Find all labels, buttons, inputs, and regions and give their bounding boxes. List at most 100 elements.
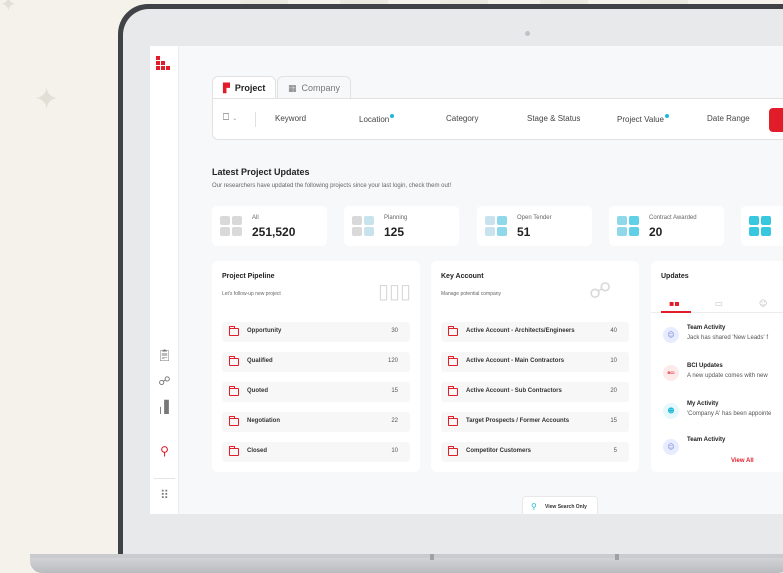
project-pipeline-panel: Project Pipeline Let's follow-up new pro… — [212, 261, 420, 472]
grid-tab-icon[interactable]: ▪▪ — [669, 299, 680, 308]
view-search-only-label: View Search Only — [545, 504, 587, 510]
active-filter-dot — [665, 114, 669, 118]
panel-title: Updates — [661, 273, 689, 280]
panel-subtitle: Manage potential company — [441, 291, 502, 297]
list-item[interactable]: Negotiation 22 — [222, 412, 410, 432]
update-title: Team Activity — [687, 325, 726, 331]
bar-chart-icon[interactable]: ╷▌ — [157, 400, 173, 415]
bookmark-dropdown[interactable]: ⎕ ⌄ — [223, 112, 237, 123]
laptop-base-lip — [30, 554, 783, 558]
update-item[interactable]: ☺ Team Activity — [661, 435, 783, 467]
filter-date-range[interactable]: Date Range — [707, 114, 750, 123]
list-item[interactable]: Quoted 15 — [222, 382, 410, 402]
stat-value: 20 — [649, 225, 663, 239]
row-value: 30 — [391, 328, 398, 334]
update-description: 'Company A' has been appointe — [687, 411, 772, 417]
chevron-down-icon: ⌄ — [232, 115, 238, 122]
list-item[interactable]: Closed 10 — [222, 442, 410, 462]
background-sparkle-icon: ✦ — [34, 82, 60, 117]
bci-icon: BCI — [663, 365, 679, 381]
update-description: A new update comes with new — [687, 373, 768, 379]
bar-chart-decoration-icon: ▯▯▯ — [378, 279, 412, 303]
stat-label: All — [252, 215, 259, 221]
app-screen: 📋︎ ☍ ╷▌ ⚲ ⠿ ▛ Project ▦ Company ⎕ ⌄ Keywor… — [150, 46, 783, 514]
list-item[interactable]: Active Account - Main Contractors 10 — [441, 352, 629, 372]
search-icon: ⚲ — [531, 502, 537, 511]
list-item[interactable]: Opportunity 30 — [222, 322, 410, 342]
list-item[interactable]: Active Account - Sub Contractors 20 — [441, 382, 629, 402]
tab-company-label: Company — [301, 83, 341, 93]
stat-card-planning[interactable]: Planning 125 — [344, 206, 459, 246]
stat-value: 125 — [384, 225, 405, 239]
row-label: Active Account - Main Contractors — [466, 358, 565, 364]
apps-grid-icon[interactable]: ⠿ — [157, 488, 172, 503]
row-label: Active Account - Architects/Engineers — [466, 328, 575, 334]
folder-icon — [229, 356, 239, 366]
row-value: 15 — [391, 388, 398, 394]
laptop-hinge — [615, 554, 619, 560]
folder-icon — [448, 416, 458, 426]
stat-card-more[interactable] — [741, 206, 783, 246]
clipboard-icon[interactable]: 📋︎ — [157, 348, 172, 363]
stat-label: Planning — [384, 215, 408, 221]
search-button[interactable] — [769, 108, 783, 132]
key-account-panel: Key Account Manage potential company ☍ A… — [431, 261, 639, 472]
row-value: 5 — [613, 448, 617, 454]
stat-card-contract-awarded[interactable]: Contract Awarded 20 — [609, 206, 724, 246]
updates-panel: Updates ▪▪ ▭ ☺ ☺ Team Activity Jack has … — [651, 261, 783, 472]
row-label: Qualified — [247, 358, 273, 364]
stat-icon — [352, 216, 374, 236]
folder-icon — [448, 446, 458, 456]
filter-location[interactable]: Location — [359, 114, 395, 124]
folder-icon — [448, 386, 458, 396]
tab-project[interactable]: ▛ Project — [212, 76, 277, 98]
filter-project-value[interactable]: Project Value — [617, 114, 669, 124]
search-icon[interactable]: ⚲ — [157, 444, 172, 459]
filter-keyword[interactable]: Keyword — [275, 114, 306, 123]
panel-title: Key Account — [441, 273, 484, 280]
list-item[interactable]: Competitor Customers 5 — [441, 442, 629, 462]
update-item[interactable]: ☻ My Activity 'Company A' has been appoi… — [661, 399, 783, 431]
row-label: Target Prospects / Former Accounts — [466, 418, 570, 424]
background-sparkle-icon: ✦ — [0, 0, 17, 16]
network-icon[interactable]: ☍ — [157, 374, 172, 389]
stat-card-open-tender[interactable]: Open Tender 51 — [477, 206, 592, 246]
sidebar: 📋︎ ☍ ╷▌ ⚲ ⠿ — [150, 46, 179, 514]
bookmark-icon: ⎕ — [223, 112, 229, 123]
stat-icon — [220, 216, 242, 236]
folder-icon — [448, 326, 458, 336]
view-search-only-button[interactable]: ⚲ View Search Only — [522, 496, 598, 514]
list-item[interactable]: Active Account - Architects/Engineers 40 — [441, 322, 629, 342]
folder-icon — [448, 356, 458, 366]
updates-tabs: ▪▪ ▭ ☺ — [651, 293, 783, 313]
row-value: 15 — [610, 418, 617, 424]
view-all-link[interactable]: View All — [731, 458, 754, 464]
section-subtitle: Our researchers have updated the followi… — [212, 183, 452, 189]
active-filter-dot — [390, 114, 395, 118]
folder-icon — [229, 386, 239, 396]
filter-category[interactable]: Category — [446, 114, 478, 123]
stat-card-all[interactable]: All 251,520 — [212, 206, 327, 246]
update-description: Jack has shared 'New Leads' f — [687, 335, 768, 341]
row-label: Closed — [247, 448, 268, 454]
list-item[interactable]: Target Prospects / Former Accounts 15 — [441, 412, 629, 432]
list-item[interactable]: Qualified 120 — [222, 352, 410, 372]
team-tab-icon[interactable]: ☺ — [759, 299, 767, 308]
filter-location-label: Location — [359, 115, 390, 124]
tab-project-label: Project — [234, 83, 266, 93]
stat-label: Open Tender — [517, 215, 552, 221]
filter-stage-status[interactable]: Stage & Status — [527, 114, 580, 123]
folder-icon — [229, 416, 239, 426]
stat-label: Contract Awarded — [649, 215, 697, 221]
clipboard-tab-icon[interactable]: ▭ — [715, 299, 723, 308]
filter-project-value-label: Project Value — [617, 115, 664, 124]
row-value: 10 — [391, 448, 398, 454]
stat-icon — [617, 216, 639, 236]
update-item[interactable]: ☺ Team Activity Jack has shared 'New Lea… — [661, 323, 783, 355]
section-title: Latest Project Updates — [212, 167, 310, 177]
update-item[interactable]: BCI BCI Updates A new update comes with … — [661, 361, 783, 393]
filter-divider — [255, 112, 256, 127]
tab-company[interactable]: ▦ Company — [277, 76, 352, 98]
brand-logo[interactable] — [156, 56, 174, 70]
row-value: 40 — [610, 328, 617, 334]
